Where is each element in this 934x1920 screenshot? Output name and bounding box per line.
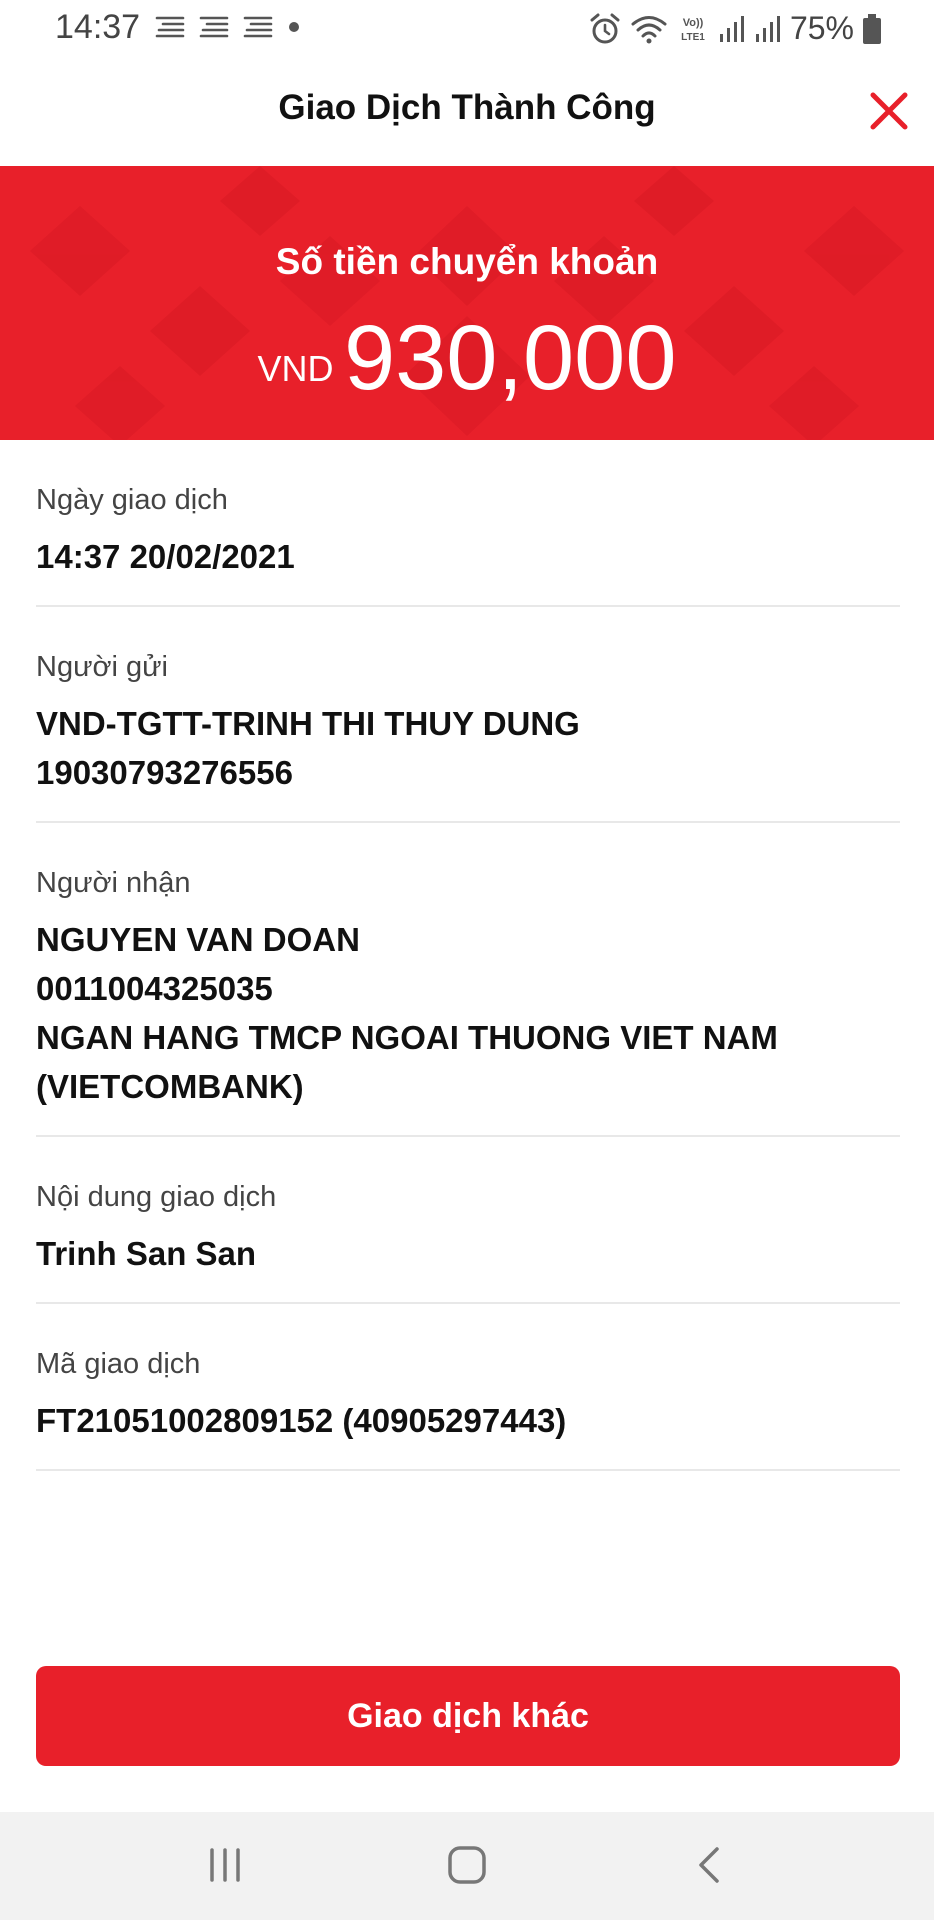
back-icon — [699, 1847, 719, 1883]
header: Giao Dịch Thành Công — [0, 58, 934, 166]
status-time: 14:37 — [55, 8, 141, 46]
detail-date: Ngày giao dịch 14:37 20/02/2021 — [36, 440, 900, 607]
other-transaction-button[interactable]: Giao dịch khác — [36, 1666, 900, 1766]
detail-label: Nội dung giao dịch — [36, 1181, 277, 1213]
notification-icon — [199, 16, 229, 38]
home-button[interactable] — [442, 1840, 492, 1895]
recipient-name: NGUYEN VAN DOAN — [36, 921, 360, 958]
sender-name: VND-TGTT-TRINH THI THUY DUNG — [36, 705, 580, 742]
amount-row: VND 930,000 — [0, 306, 934, 411]
alarm-icon — [590, 13, 620, 43]
page-title: Giao Dịch Thành Công — [278, 88, 656, 127]
detail-label: Người nhận — [36, 867, 191, 899]
amount-currency: VND — [257, 348, 334, 389]
status-bar: 14:37 Vo)) LTE1 75% — [0, 0, 934, 58]
battery-percent: 75% — [789, 10, 854, 46]
detail-code: Mã giao dịch FT21051002809152 (409052974… — [36, 1304, 900, 1471]
notification-icon — [243, 16, 273, 38]
detail-label: Mã giao dịch — [36, 1348, 201, 1380]
detail-value: FT21051002809152 (40905297443) — [36, 1402, 567, 1439]
amount-value: 930,000 — [343, 307, 677, 409]
notification-icons — [155, 14, 301, 40]
detail-label: Người gửi — [36, 651, 168, 683]
detail-value: NGUYEN VAN DOAN 0011004325035 NGAN HANG … — [36, 915, 900, 1111]
transaction-details: Ngày giao dịch 14:37 20/02/2021 Người gử… — [36, 440, 900, 1471]
detail-value: 14:37 20/02/2021 — [36, 538, 295, 575]
detail-value: Trinh San San — [36, 1235, 257, 1272]
navigation-bar — [0, 1812, 934, 1920]
home-icon — [448, 1846, 486, 1884]
wifi-icon — [631, 15, 667, 43]
status-right: Vo)) LTE1 75% — [588, 10, 882, 47]
svg-text:Vo)): Vo)) — [683, 17, 704, 29]
recipient-account: 0011004325035 — [36, 970, 273, 1007]
detail-recipient: Người nhận NGUYEN VAN DOAN 0011004325035… — [36, 823, 900, 1137]
amount-banner: Số tiền chuyển khoản VND 930,000 — [0, 166, 934, 440]
back-button[interactable] — [686, 1840, 736, 1895]
close-icon — [870, 92, 908, 130]
svg-text:LTE1: LTE1 — [681, 32, 705, 43]
detail-label: Ngày giao dịch — [36, 484, 228, 516]
signal-icon — [719, 15, 744, 42]
sender-account: 19030793276556 — [36, 754, 293, 791]
battery-icon — [863, 13, 881, 44]
amount-label: Số tiền chuyển khoản — [275, 241, 659, 282]
dot-icon — [289, 22, 299, 32]
volte-icon: Vo)) LTE1 — [681, 17, 705, 43]
recent-apps-icon — [210, 1848, 240, 1882]
close-button[interactable] — [864, 86, 914, 136]
signal-icon — [755, 15, 780, 42]
recent-apps-button[interactable] — [200, 1840, 250, 1895]
recipient-bank: NGAN HANG TMCP NGOAI THUONG VIET NAM — [36, 1019, 778, 1056]
detail-value: VND-TGTT-TRINH THI THUY DUNG 19030793276… — [36, 699, 900, 797]
detail-sender: Người gửi VND-TGTT-TRINH THI THUY DUNG 1… — [36, 607, 900, 823]
detail-content: Nội dung giao dịch Trinh San San — [36, 1137, 900, 1304]
recipient-bank-short: (VIETCOMBANK) — [36, 1068, 304, 1105]
notification-icon — [155, 16, 185, 38]
